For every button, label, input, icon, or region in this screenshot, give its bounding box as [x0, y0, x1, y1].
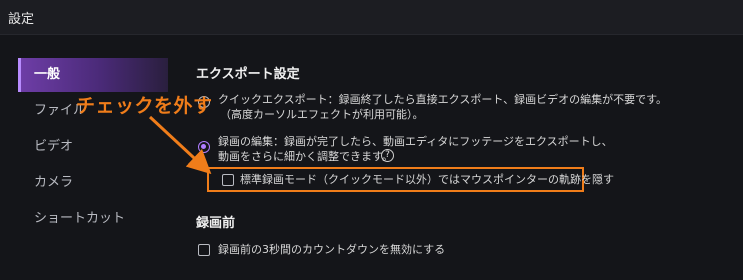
sidebar-item-camera[interactable]: カメラ [18, 166, 168, 200]
quick-export-label: クイックエクスポート：録画終了したら直接エクスポート、録画ビデオの編集が不要です… [218, 92, 667, 122]
help-icon[interactable]: ? [381, 149, 394, 162]
hide-trail-label: 標準録画モード（クイックモード以外）ではマウスポインターの軌跡を隠す [240, 173, 614, 186]
countdown-label: 録画前の3秒間のカウントダウンを無効にする [218, 243, 446, 256]
sidebar-item-general[interactable]: 一般 [18, 58, 168, 92]
countdown-checkbox[interactable] [198, 244, 210, 256]
sidebar-item-video[interactable]: ビデオ [18, 130, 168, 164]
before-recording-title: 録画前 [196, 216, 236, 231]
annotation-text: チェックを外す [76, 95, 213, 117]
export-settings-title: エクスポート設定 [196, 67, 300, 82]
edit-recording-line1: 録画の編集：録画が完了したら、動画エディタにフッテージをエクスポートし、 [218, 135, 613, 148]
title-bar: 設定 [0, 0, 743, 35]
edit-recording-line2: 動画をさらに細かく調整できます。 [218, 150, 393, 163]
window-title: 設定 [8, 12, 35, 27]
hide-trail-checkbox[interactable] [222, 174, 234, 186]
quick-export-line2: （高度カーソルエフェクトが利用可能）。 [220, 108, 424, 121]
quick-export-line1: クイックエクスポート：録画終了したら直接エクスポート、録画ビデオの編集が不要です… [218, 93, 668, 106]
edit-recording-label: 録画の編集：録画が完了したら、動画エディタにフッテージをエクスポートし、 動画を… [218, 134, 613, 164]
settings-sidebar: 一般 ファイル ビデオ カメラ ショートカット [18, 58, 168, 238]
edit-recording-radio[interactable] [198, 141, 210, 153]
sidebar-item-shortcut[interactable]: ショートカット [18, 202, 168, 236]
